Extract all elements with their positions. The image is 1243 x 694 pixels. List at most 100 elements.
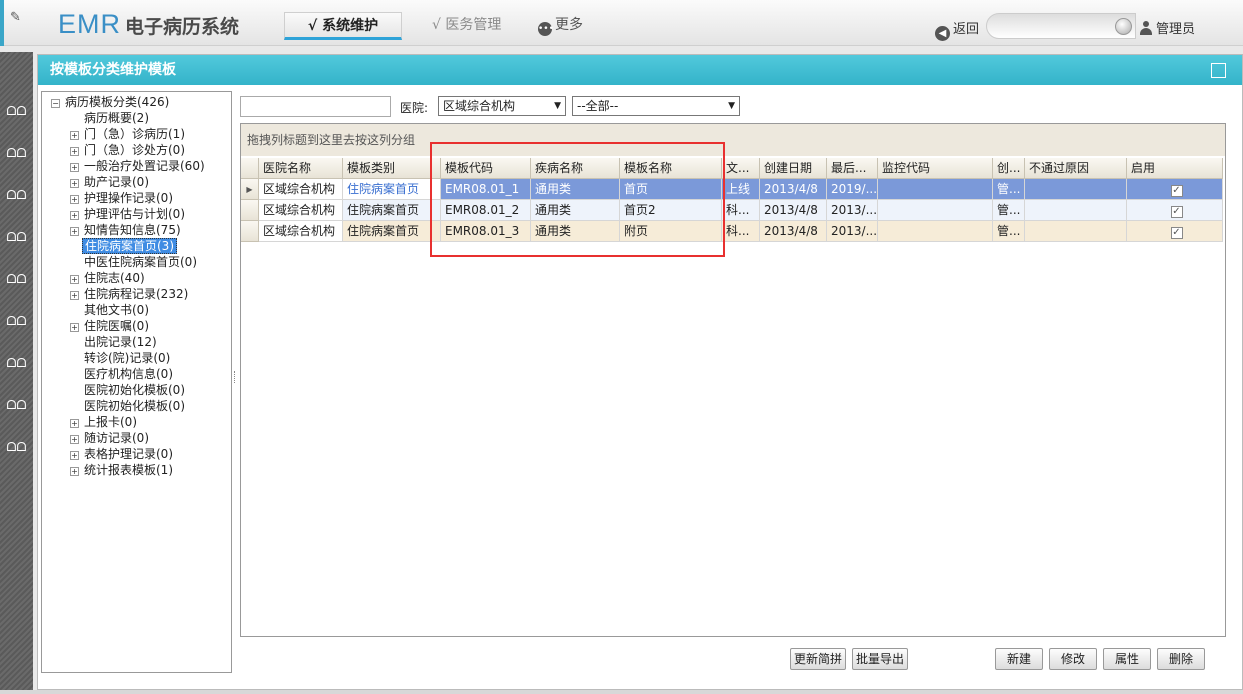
edit-button[interactable]: 修改 — [1049, 648, 1097, 670]
filter-input[interactable] — [240, 96, 391, 117]
tree-item[interactable]: 医院初始化模板(0) — [70, 398, 187, 414]
table-cell[interactable]: 区域综合机构 — [259, 200, 343, 221]
tree-item[interactable]: 医院初始化模板(0) — [70, 382, 187, 398]
table-cell[interactable]: 2013/... — [827, 221, 878, 242]
table-row[interactable]: 区域综合机构 住院病案首页 EMR08.01_3 通用类 附页 科... 2013/4/8 2… — [241, 221, 1225, 242]
expand-icon[interactable]: + — [70, 291, 79, 300]
user-menu[interactable]: 管理员 — [1140, 18, 1195, 37]
table-cell[interactable]: 通用类 — [531, 200, 620, 221]
scope-select[interactable]: --全部-- ▼ — [572, 96, 740, 116]
table-cell[interactable]: 首页 — [620, 179, 722, 200]
tree-item[interactable]: + 助产记录(0) — [70, 174, 151, 190]
nav-medical-management[interactable]: √ 医务管理 — [432, 12, 501, 40]
maximize-icon[interactable] — [1211, 63, 1226, 78]
tree-item[interactable]: 住院病案首页(3) — [70, 238, 177, 254]
table-cell[interactable]: 2013/4/8 — [760, 221, 827, 242]
rail-icon[interactable]: ᗝᗝ — [0, 356, 33, 371]
tree-item[interactable]: 中医住院病案首页(0) — [70, 254, 199, 270]
global-search-input[interactable] — [986, 13, 1136, 39]
enabled-checkbox[interactable]: ✓ — [1170, 185, 1183, 197]
expand-icon[interactable]: + — [70, 435, 79, 444]
expand-icon[interactable]: + — [70, 211, 79, 220]
table-cell[interactable]: 科... — [722, 221, 760, 242]
tree-item[interactable]: + 上报卡(0) — [70, 414, 139, 430]
expand-icon[interactable]: + — [70, 179, 79, 188]
table-cell[interactable]: 2013/4/8 — [760, 200, 827, 221]
table-cell[interactable]: 住院病案首页 — [343, 179, 441, 200]
nav-system-maintenance[interactable]: √ 系统维护 — [284, 12, 402, 40]
pin-icon[interactable]: ✎ — [10, 10, 21, 25]
expand-icon[interactable]: + — [70, 419, 79, 428]
tree-item[interactable]: + 统计报表模板(1) — [70, 462, 175, 478]
tree-item[interactable]: 出院记录(12) — [70, 334, 159, 350]
column-header[interactable]: 模板名称 — [620, 158, 722, 179]
enabled-checkbox[interactable]: ✓ — [1170, 206, 1183, 218]
tree-item[interactable]: + 护理评估与计划(0) — [70, 206, 187, 222]
expand-icon[interactable]: + — [70, 275, 79, 284]
tree-item[interactable]: 医疗机构信息(0) — [70, 366, 175, 382]
table-cell[interactable]: 住院病案首页 — [343, 221, 441, 242]
table-cell[interactable]: 附页 — [620, 221, 722, 242]
table-cell[interactable] — [878, 200, 993, 221]
rail-icon[interactable]: ᗝᗝ — [0, 104, 33, 119]
tree-item[interactable]: + 门（急）诊处方(0) — [70, 142, 187, 158]
tree-item[interactable]: + 门（急）诊病历(1) — [70, 126, 187, 142]
table-cell[interactable]: 通用类 — [531, 221, 620, 242]
tree-item[interactable]: 转诊(院)记录(0) — [70, 350, 172, 366]
column-header[interactable]: 监控代码 — [878, 158, 993, 179]
enabled-cell[interactable]: ✓ — [1127, 221, 1223, 242]
hospital-select[interactable]: 区域综合机构 ▼ — [438, 96, 566, 116]
tree-item[interactable]: 病历概要(2) — [70, 110, 151, 126]
rail-icon[interactable]: ᗝᗝ — [0, 146, 33, 161]
properties-button[interactable]: 属性 — [1103, 648, 1151, 670]
group-by-bar[interactable]: 拖拽列标题到这里去按这列分组 — [241, 124, 1225, 156]
rail-icon[interactable]: ᗝᗝ — [0, 398, 33, 413]
column-header[interactable]: 疾病名称 — [531, 158, 620, 179]
table-cell[interactable]: 上线 — [722, 179, 760, 200]
tree-item[interactable]: + 住院病程记录(232) — [70, 286, 190, 302]
tree-item[interactable]: + 表格护理记录(0) — [70, 446, 175, 462]
expand-icon[interactable]: + — [70, 323, 79, 332]
table-cell[interactable]: 2013/... — [827, 200, 878, 221]
new-button[interactable]: 新建 — [995, 648, 1043, 670]
delete-button[interactable]: 删除 — [1157, 648, 1205, 670]
column-header[interactable]: 模板代码 — [441, 158, 531, 179]
enabled-cell[interactable]: ✓ — [1127, 179, 1223, 200]
table-cell[interactable]: 通用类 — [531, 179, 620, 200]
column-header[interactable]: 创建日期 — [760, 158, 827, 179]
expand-icon[interactable]: + — [70, 131, 79, 140]
table-cell[interactable]: 科... — [722, 200, 760, 221]
row-selector[interactable] — [241, 221, 259, 242]
table-cell[interactable] — [1025, 221, 1127, 242]
enabled-checkbox[interactable]: ✓ — [1170, 227, 1183, 239]
tree-item[interactable]: + 住院医嘱(0) — [70, 318, 151, 334]
splitter-handle[interactable] — [234, 91, 237, 673]
expand-icon[interactable]: + — [70, 467, 79, 476]
column-header[interactable]: 模板类别 — [343, 158, 441, 179]
current-row-indicator-icon[interactable]: ▶ — [241, 179, 259, 200]
expand-icon[interactable]: + — [70, 163, 79, 172]
table-cell[interactable] — [1025, 179, 1127, 200]
rail-icon[interactable]: ᗝᗝ — [0, 230, 33, 245]
expand-icon[interactable]: + — [70, 451, 79, 460]
table-cell[interactable]: 2013/4/8 — [760, 179, 827, 200]
column-header[interactable]: 创... — [993, 158, 1025, 179]
table-cell[interactable]: EMR08.01_2 — [441, 200, 531, 221]
table-row[interactable]: ▶ 区域综合机构 住院病案首页 EMR08.01_1 通用类 首页 上线 2013/4/8 20… — [241, 179, 1225, 200]
table-row[interactable]: 区域综合机构 住院病案首页 EMR08.01_2 通用类 首页2 科... 2013/4/8… — [241, 200, 1225, 221]
table-cell[interactable]: 管... — [993, 221, 1025, 242]
table-cell[interactable]: EMR08.01_1 — [441, 179, 531, 200]
table-cell[interactable]: 管... — [993, 200, 1025, 221]
rail-icon[interactable]: ᗝᗝ — [0, 440, 33, 455]
expand-icon[interactable]: + — [70, 147, 79, 156]
rail-icon[interactable]: ᗝᗝ — [0, 272, 33, 287]
expand-icon[interactable]: + — [70, 195, 79, 204]
table-cell[interactable]: 管... — [993, 179, 1025, 200]
row-selector[interactable] — [241, 200, 259, 221]
tree-item[interactable]: + 一般治疗处置记录(60) — [70, 158, 207, 174]
table-cell[interactable]: 住院病案首页 — [343, 200, 441, 221]
nav-more[interactable]: •••更多 — [538, 12, 583, 40]
tree-item[interactable]: 其他文书(0) — [70, 302, 151, 318]
column-header[interactable]: 医院名称 — [259, 158, 343, 179]
batch-export-button[interactable]: 批量导出 — [852, 648, 908, 670]
